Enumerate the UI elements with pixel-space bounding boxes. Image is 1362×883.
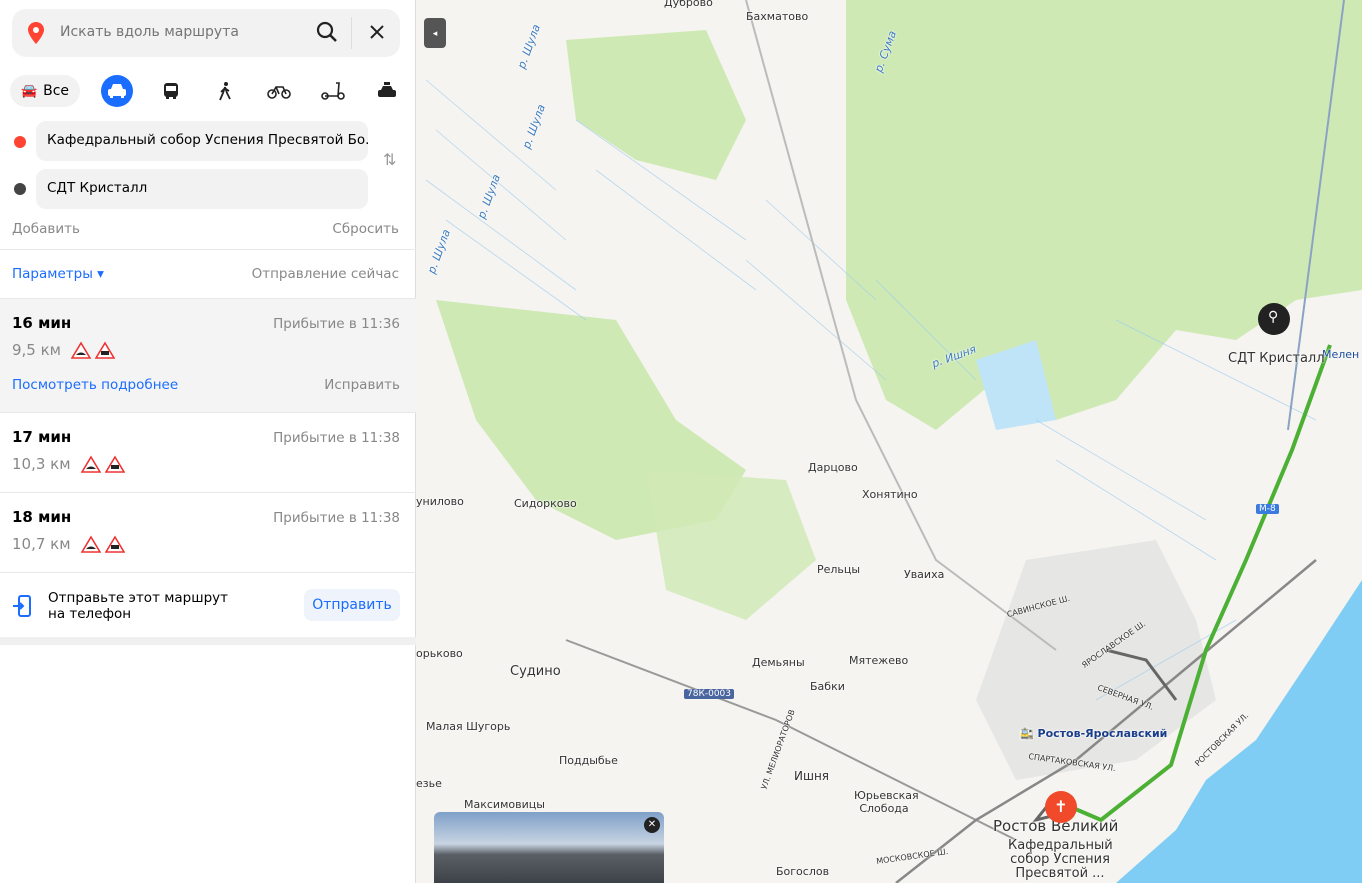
close-icon[interactable]: ✕: [644, 817, 660, 833]
mode-scooter-button[interactable]: [317, 75, 349, 107]
map-label: Демьяны: [752, 656, 805, 669]
origin-dot: [14, 136, 26, 148]
location-pin-icon: [28, 22, 44, 48]
route-option-1[interactable]: 16 мин Прибытие в 11:36 9,5 км Посмотрет…: [0, 299, 416, 412]
route-option-3[interactable]: 18 мин Прибытие в 11:38 10,7 км: [0, 493, 416, 572]
route-time: 18 мин: [12, 508, 72, 526]
route-arrival: Прибытие в 11:38: [273, 430, 400, 446]
railway-crossing-warning-icon: [104, 455, 125, 473]
route-search-box[interactable]: [12, 9, 400, 57]
map-label: Рельцы: [817, 563, 861, 576]
map-label: Сидорково: [514, 497, 577, 510]
panorama-thumbnail[interactable]: ✕: [434, 812, 664, 883]
collapse-panel-button[interactable]: ◂: [424, 18, 446, 48]
station-name: Ростов-Ярославский: [1037, 727, 1168, 740]
divider: [0, 572, 416, 573]
map-label: Дуброво: [664, 0, 713, 9]
destination-field[interactable]: СДТ Кристалл: [36, 169, 368, 209]
origin-marker[interactable]: ✝: [1045, 791, 1077, 823]
route-distance: 10,3 км: [12, 455, 71, 473]
map-label: Ишня: [794, 769, 830, 783]
route-fix-link[interactable]: Исправить: [324, 377, 400, 393]
route-distance: 9,5 км: [12, 341, 61, 359]
route-arrival: Прибытие в 11:38: [273, 510, 400, 526]
route-details-link[interactable]: Посмотреть подробнее: [12, 377, 178, 393]
pin-icon: ⚲: [1268, 309, 1279, 325]
route-distance-row: 10,3 км: [12, 455, 125, 473]
origin-field[interactable]: Кафедральный собор Успения Пресвятой Бо.…: [36, 121, 368, 161]
swap-icon[interactable]: ⇅: [383, 150, 396, 169]
route-time: 17 мин: [12, 428, 72, 446]
add-point-link[interactable]: Добавить: [12, 221, 80, 237]
departure-selector[interactable]: Отправление сейчас: [252, 266, 399, 282]
road-badge: М-8: [1256, 504, 1279, 514]
destination-marker[interactable]: ⚲: [1258, 303, 1290, 335]
scooter-icon: [321, 82, 345, 100]
map-label: Мелен: [1322, 348, 1360, 361]
map-label: Мятежево: [849, 654, 909, 667]
parameters-dropdown[interactable]: Параметры ▾: [12, 266, 104, 282]
mode-all-button[interactable]: 🚘 Все: [10, 75, 80, 107]
route-arrival: Прибытие в 11:36: [273, 316, 400, 332]
map-label: орьково: [416, 647, 463, 660]
road-badge: 78К-0003: [684, 689, 734, 699]
divider: [0, 637, 416, 645]
divider: [351, 17, 352, 49]
send-text: Отправьте этот маршрут: [48, 590, 229, 606]
map-label: езье: [416, 777, 442, 790]
route-time: 16 мин: [12, 314, 72, 332]
route-distance: 10,7 км: [12, 535, 71, 553]
map-background: [425, 0, 1362, 883]
station-label[interactable]: 🚉 Ростов-Ярославский: [1020, 727, 1167, 740]
map-label: Малая Шугорь: [426, 720, 511, 733]
taxi-icon: [378, 82, 396, 97]
bike-icon: [267, 86, 291, 99]
bus-icon: [164, 83, 178, 99]
mode-bus-button[interactable]: [155, 75, 187, 107]
map-label: Дарцово: [808, 461, 858, 474]
walk-icon: [219, 82, 231, 101]
transport-modes: 🚘 Все: [10, 75, 406, 107]
route-option-2[interactable]: 17 мин Прибытие в 11:38 10,3 км: [0, 413, 416, 492]
search-icon[interactable]: [316, 21, 338, 47]
map-label: Уваиха: [904, 568, 945, 581]
speed-bump-warning-icon: [80, 535, 101, 553]
mode-taxi-button[interactable]: [371, 75, 403, 107]
map-label: Хонятино: [862, 488, 918, 501]
map-label: унилово: [416, 495, 464, 508]
map-label: Богослов: [776, 865, 830, 878]
car-icon: [108, 84, 126, 98]
map-label: Бабки: [810, 680, 845, 693]
cars-icon: 🚘: [20, 83, 38, 99]
mode-walk-button[interactable]: [209, 75, 241, 107]
cross-icon: ✝: [1054, 797, 1068, 816]
search-input[interactable]: [60, 24, 300, 40]
route-distance-row: 10,7 км: [12, 535, 125, 553]
map[interactable]: ◂ Бахматово Дуброво р. Сума р. Шула р. Ш…: [416, 0, 1362, 883]
send-to-phone-icon: [12, 594, 32, 622]
railway-crossing-warning-icon: [95, 341, 115, 359]
route-panel: 🚘 Все Кафедральный собор Успения Пресвято…: [0, 0, 416, 883]
speed-bump-warning-icon: [80, 455, 101, 473]
divider: [0, 249, 416, 250]
destination-dot: [14, 183, 26, 195]
destination-label: СДТ Кристалл: [1228, 351, 1325, 366]
speed-bump-warning-icon: [71, 341, 91, 359]
send-button[interactable]: Отправить: [304, 589, 400, 621]
mode-bike-button[interactable]: [263, 75, 295, 107]
origin-label: Кафедральный собор Успения Пресвятой ...: [1008, 838, 1113, 881]
route-distance-row: 9,5 км: [12, 341, 115, 359]
close-icon[interactable]: [366, 21, 388, 47]
railway-crossing-warning-icon: [104, 535, 125, 553]
send-text: на телефон: [48, 606, 132, 622]
map-label: Максимовицы: [464, 798, 545, 811]
map-label: Поддыбье: [559, 754, 618, 767]
map-label: Судино: [510, 664, 561, 679]
reset-link[interactable]: Сбросить: [332, 221, 399, 237]
map-label: Бахматово: [746, 10, 809, 23]
map-label: Юрьевская Слобода: [854, 789, 919, 815]
mode-all-label: Все: [43, 83, 70, 99]
mode-car-button[interactable]: [101, 75, 133, 107]
